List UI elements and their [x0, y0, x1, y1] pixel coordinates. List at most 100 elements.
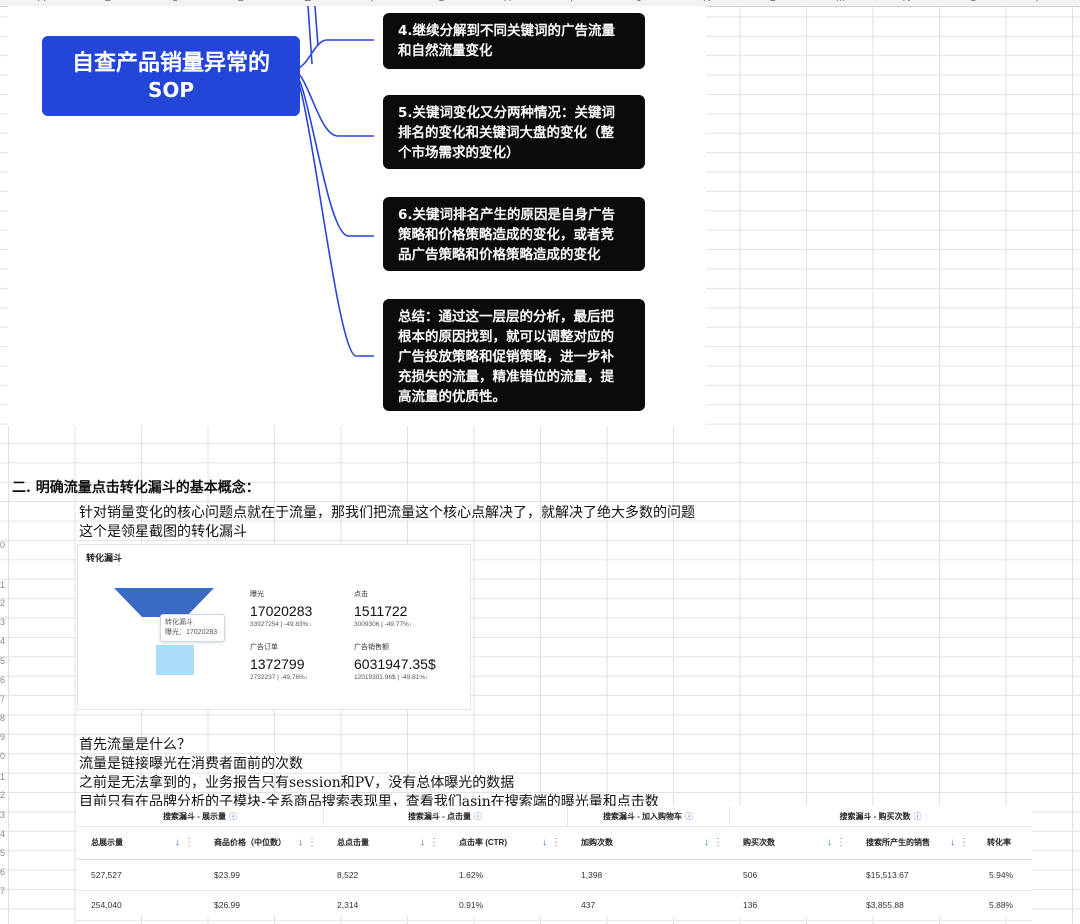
- row-number[interactable]: 3: [0, 617, 5, 627]
- col-total-clicks[interactable]: 总点击量 ↓ ⋮: [323, 826, 445, 860]
- row-number[interactable]: 6: [0, 867, 5, 877]
- cell-text[interactable]: 针对销量变化的核心问题点就在于流量，那我们把流量这个核心点解决了，就解决了绝大多…: [79, 502, 695, 522]
- row-number[interactable]: 4: [0, 636, 5, 646]
- metric-value: 6031947.35$: [354, 656, 436, 672]
- cell-text[interactable]: 流量是链接曝光在消费者面前的次数: [79, 753, 303, 773]
- group-header-clicks: 搜索漏斗 - 点击量 ⓘ: [323, 806, 567, 827]
- row-number[interactable]: 8: [0, 713, 5, 723]
- group-header-purchases: 搜索漏斗 - 购买次数 ⓘ: [729, 806, 1032, 827]
- column-menu-icon: ⋮: [429, 837, 439, 848]
- section-heading[interactable]: 二. 明确流量点击转化漏斗的基本概念：: [12, 477, 260, 497]
- row-number[interactable]: 4: [0, 829, 5, 839]
- funnel-bottom-shape: [156, 645, 194, 675]
- node-line: 4.继续分解到不同关键词的广告流量: [398, 23, 616, 39]
- node-line: 充损失的流量，精准错位的流量，提: [398, 369, 614, 385]
- table-cell: 437: [581, 900, 596, 910]
- column-letter[interactable]: I: [570, 0, 573, 4]
- table-cell: 254,040: [91, 900, 122, 910]
- row-number[interactable]: 5: [0, 656, 5, 666]
- row-number[interactable]: 2: [0, 790, 5, 800]
- table-cell: 5.88%: [989, 900, 1014, 910]
- table-cell: 136: [743, 900, 758, 910]
- funnel-top-shape: [114, 588, 214, 617]
- mindmap-node-5: 5.关键词变化又分两种情况：关键词 排名的变化和关键词大盘的变化（整 个市场需求…: [383, 95, 645, 169]
- column-letter[interactable]: N: [903, 0, 911, 4]
- metric-value: 17020283: [250, 603, 313, 619]
- row-number[interactable]: 0: [0, 751, 5, 761]
- column-letter[interactable]: A: [38, 0, 45, 4]
- col-total-impressions[interactable]: 总展示量 ↓ ⋮: [77, 826, 200, 860]
- root-title-line2: SOP: [147, 78, 195, 102]
- metric-label: 广告销售额: [354, 644, 389, 651]
- node-line: 广告投放策略和促销策略，进一步补: [398, 349, 614, 365]
- col-purchases[interactable]: 购买次数 ↓ ⋮: [729, 826, 852, 860]
- root-title-line1: 自查产品销量异常的: [71, 51, 270, 76]
- table-cell: 506: [743, 870, 758, 880]
- node-line: 个市场需求的变化）: [398, 145, 520, 161]
- table-cell: 0.91%: [459, 900, 484, 910]
- column-menu-icon: ⋮: [713, 837, 723, 848]
- row-number[interactable]: 5: [0, 848, 5, 858]
- table-cell: 2,314: [337, 900, 359, 910]
- column-letter[interactable]: F: [371, 0, 378, 4]
- col-add-to-cart[interactable]: 加购次数 ↓ ⋮: [567, 826, 729, 860]
- column-letter[interactable]: K: [703, 0, 710, 4]
- row-number[interactable]: 7: [0, 886, 5, 896]
- sort-desc-icon: ↓: [950, 837, 955, 848]
- node-line: 根本的原因找到，就可以调整对应的: [398, 329, 614, 345]
- sort-desc-icon: ↓: [542, 837, 547, 848]
- col-ctr[interactable]: 点击率 (CTR) ↓ ⋮: [445, 826, 567, 860]
- mindmap-node-summary: 总结：通过这一层层的分析，最后把 根本的原因找到，就可以调整对应的 广告投放策略…: [383, 299, 645, 411]
- table-cell: 527,527: [91, 870, 122, 880]
- table-cell: $23.99: [214, 870, 240, 880]
- row-number[interactable]: 2: [0, 598, 5, 608]
- column-letter[interactable]: E: [304, 0, 311, 4]
- col-median-price[interactable]: 商品价格（中位数） ↓ ⋮: [200, 826, 323, 860]
- column-letter[interactable]: J: [637, 0, 643, 4]
- help-icon: ⓘ: [474, 811, 483, 821]
- row-number[interactable]: 3: [0, 810, 5, 820]
- funnel-tooltip: 转化漏斗 曝光：17020283: [160, 614, 225, 642]
- conversion-funnel-card: 转化漏斗 转化漏斗 曝光：17020283 曝光 17020283 339272…: [77, 544, 471, 710]
- column-letter[interactable]: O: [969, 0, 978, 4]
- row-number[interactable]: 1: [0, 772, 5, 782]
- table-cell: 1.62%: [459, 870, 484, 880]
- column-letter[interactable]: B: [105, 0, 112, 4]
- sort-desc-icon: ↓: [420, 837, 425, 848]
- column-letter[interactable]: G: [437, 0, 446, 4]
- table-cell: $15,513.67: [866, 870, 909, 880]
- node-line: 总结：通过这一层层的分析，最后把: [398, 309, 614, 325]
- col-conversion-rate[interactable]: 转化率: [975, 826, 1032, 860]
- mindmap-root-node: 自查产品销量异常的 SOP: [42, 36, 300, 116]
- tooltip-value: 曝光：17020283: [165, 629, 218, 636]
- row-number[interactable]: 0: [0, 540, 5, 550]
- group-header-add-to-cart: 搜索漏斗 - 加入购物车 ⓘ: [567, 806, 729, 827]
- cell-text[interactable]: 之前是无法拿到的，业务报告只有session和PV，没有总体曝光的数据: [79, 772, 514, 792]
- row-number[interactable]: 7: [0, 694, 5, 704]
- metric-impressions: 曝光 17020283 33927254 | -49.83%↓: [250, 589, 312, 628]
- row-number[interactable]: 1: [0, 580, 5, 590]
- metric-label: 点击: [354, 591, 368, 598]
- row-number[interactable]: 6: [0, 675, 5, 685]
- column-menu-icon: ⋮: [307, 837, 317, 848]
- sort-desc-icon: ↓: [298, 837, 303, 848]
- metric-value: 1372799: [250, 656, 305, 672]
- row-number[interactable]: 9: [0, 732, 5, 742]
- metric-label: 曝光: [250, 591, 264, 598]
- metric-compare: 3009306 | -49.77%↓: [354, 621, 413, 628]
- node-line: 5.关键词变化又分两种情况：关键词: [398, 105, 616, 121]
- node-line: 6.关键词排名产生的原因是自身广告: [398, 207, 616, 223]
- cell-text[interactable]: 这个是领星截图的转化漏斗: [79, 521, 247, 541]
- column-letter[interactable]: L: [770, 0, 776, 4]
- cell-text[interactable]: 首先流量是什么？: [79, 734, 191, 754]
- column-letter[interactable]: M: [836, 0, 845, 4]
- search-funnel-table: 搜索漏斗 - 展示量 ⓘ 搜索漏斗 - 点击量 ⓘ 搜索漏斗 - 加入购物车 ⓘ 搜索…: [77, 806, 1032, 921]
- metric-compare: 2732237 | -49.76%↓: [250, 674, 309, 681]
- column-letter[interactable]: D: [238, 0, 246, 4]
- metric-compare: 12019301.96$ | -49.81%↓: [354, 674, 429, 681]
- column-letter[interactable]: C: [171, 0, 179, 4]
- column-letter[interactable]: H: [504, 0, 512, 4]
- column-letter[interactable]: P: [1036, 0, 1043, 4]
- col-search-sales[interactable]: 搜索所产生的销售 ↓ ⋮: [852, 826, 975, 860]
- group-header-impressions: 搜索漏斗 - 展示量 ⓘ: [77, 806, 323, 827]
